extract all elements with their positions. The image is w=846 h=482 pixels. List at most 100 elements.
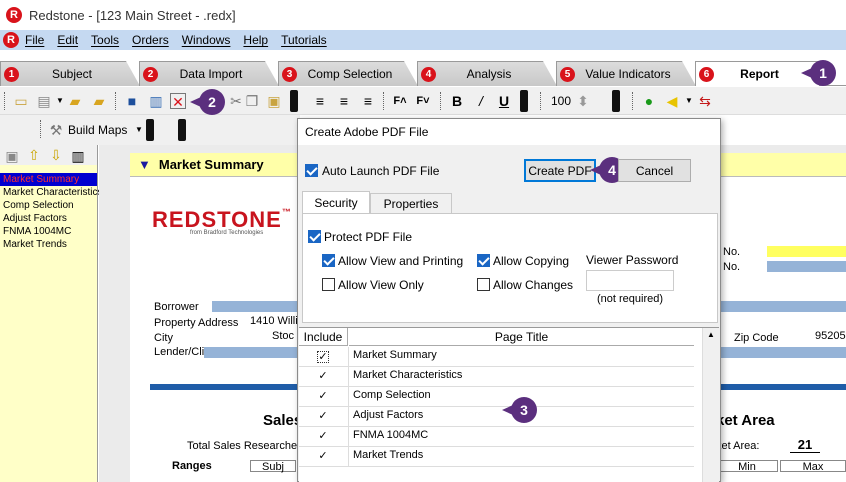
increase-font-icon[interactable]: F˄ [392, 93, 408, 109]
city-value[interactable]: Stoc [272, 330, 294, 342]
toolbar-grip[interactable] [540, 92, 543, 110]
table-row[interactable]: ✓ Comp Selection [299, 387, 694, 407]
left-item-market-characteristics[interactable]: Market Characteristics [0, 186, 102, 199]
allow-view-printing-label: Allow View and Printing [338, 254, 464, 268]
tab-comp-selection[interactable]: 3 Comp Selection [278, 61, 418, 86]
tab-value-indicators[interactable]: 5 Value Indicators [556, 61, 696, 86]
menu-orders[interactable]: Orders [132, 33, 169, 47]
app-logo-icon: R [6, 7, 22, 23]
table-row[interactable]: ✓ Market Summary [299, 347, 694, 367]
allow-changes-label: Allow Changes [493, 278, 574, 292]
left-item-market-summary[interactable]: Market Summary [0, 173, 97, 186]
include-check-icon[interactable]: ✓ [317, 391, 329, 403]
print-icon[interactable]: ▥ [148, 93, 164, 109]
zoom-spinner-icon[interactable]: ⬍ [575, 93, 591, 109]
viewer-password-input[interactable] [586, 270, 674, 291]
auto-launch-checkbox[interactable] [305, 164, 318, 177]
allow-view-printing-radio[interactable] [322, 254, 335, 267]
move-up-icon[interactable]: ⇧ [26, 147, 42, 163]
table-row[interactable]: ✓ Adjust Factors [299, 407, 694, 427]
open-icon[interactable]: ▰ [67, 93, 83, 109]
left-item-adjust-factors[interactable]: Adjust Factors [0, 212, 97, 225]
new-document-icon[interactable]: ▤ [36, 93, 52, 109]
allow-view-only-radio[interactable] [322, 278, 335, 291]
left-item-market-trends[interactable]: Market Trends [0, 238, 97, 251]
tab-security[interactable]: Security [302, 191, 370, 214]
move-down-icon[interactable]: ⇩ [48, 147, 64, 163]
page-title-column-header[interactable]: Page Title [349, 328, 694, 346]
dropdown-arrow-icon[interactable]: ▼ [52, 93, 68, 109]
toolbar-grip[interactable] [115, 92, 118, 110]
toolbar-separator [146, 119, 154, 141]
left-item-fnma-1004mc[interactable]: FNMA 1004MC [0, 225, 97, 238]
no-label-1: No. [723, 246, 741, 258]
align-right-icon[interactable]: ≡ [360, 93, 376, 109]
main-toolbar: ▭ ▤ ▼ ▰ ▰ ■ ▥ ✕ ✂ ❐ ▣ ≡ ≡ ≡ F˄ F˅ B / U … [0, 87, 846, 115]
allow-changes-checkbox[interactable] [477, 278, 490, 291]
cut-icon[interactable]: ✂ [228, 93, 244, 109]
toolbar-grip[interactable] [4, 92, 7, 110]
paste-icon[interactable]: ▣ [266, 93, 282, 109]
tab-label: Analysis [466, 67, 512, 81]
allow-copying-checkbox[interactable] [477, 254, 490, 267]
menu-tools[interactable]: Tools [91, 33, 119, 47]
grid-scrollbar[interactable]: ▲ [702, 328, 719, 482]
delete-icon[interactable]: ▥ [70, 148, 86, 164]
save-icon[interactable]: ■ [124, 93, 140, 109]
left-item-comp-selection[interactable]: Comp Selection [0, 199, 97, 212]
include-check-icon[interactable]: ✓ [317, 351, 329, 363]
dropdown-arrow-icon[interactable]: ▼ [681, 93, 697, 109]
create-pdf-icon[interactable]: ✕ [170, 93, 186, 110]
italic-icon[interactable]: / [473, 93, 489, 109]
pages-icon[interactable]: ▣ [4, 148, 20, 164]
no-field-1[interactable] [767, 246, 846, 257]
zoom-value[interactable]: 100 [551, 94, 571, 108]
toolbar-grip[interactable] [383, 92, 386, 110]
menu-windows[interactable]: Windows [182, 33, 231, 47]
include-check-icon[interactable]: ✓ [317, 451, 329, 463]
table-row[interactable]: ✓ Market Trends [299, 447, 694, 467]
menu-file[interactable]: File [25, 33, 44, 47]
zip-code-value[interactable]: 95205 [815, 330, 846, 342]
folder-icon[interactable]: ▰ [91, 93, 107, 109]
dialog-title: Create Adobe PDF File [298, 119, 720, 145]
tab-properties[interactable]: Properties [370, 193, 452, 214]
tab-analysis[interactable]: 4 Analysis [417, 61, 557, 86]
cancel-button[interactable]: Cancel [618, 159, 691, 182]
menu-help[interactable]: Help [243, 33, 268, 47]
no-field-2[interactable] [767, 261, 846, 272]
underline-icon[interactable]: U [496, 93, 512, 109]
hammer-icon[interactable]: ⚒ [48, 122, 64, 138]
menu-tutorials[interactable]: Tutorials [281, 33, 327, 47]
tab-data-import[interactable]: 2 Data Import [139, 61, 279, 86]
copy-icon[interactable]: ❐ [244, 93, 260, 109]
include-column-header[interactable]: Include [299, 328, 348, 346]
tab-subject[interactable]: 1 Subject [0, 61, 140, 86]
report-pages-panel: ▣ ⇧ ⇩ ▥ Market Summary Market Characteri… [0, 145, 102, 482]
open-folder-icon[interactable]: ▭ [13, 93, 29, 109]
app-menu-logo-icon[interactable]: R [3, 32, 19, 48]
property-address-value[interactable]: 1410 Willi [250, 315, 298, 327]
include-check-icon[interactable]: ✓ [317, 371, 329, 383]
decrease-font-icon[interactable]: F˅ [415, 93, 431, 109]
toolbar-grip[interactable] [40, 120, 43, 138]
include-check-icon[interactable]: ✓ [317, 431, 329, 443]
include-check-icon[interactable]: ✓ [317, 411, 329, 423]
green-dot-icon[interactable]: ● [641, 93, 657, 109]
create-pdf-button[interactable]: Create PDF [524, 159, 596, 182]
back-arrow-icon[interactable]: ◀ [664, 93, 680, 109]
build-maps-button[interactable]: Build Maps [68, 123, 127, 137]
toolbar-grip[interactable] [440, 92, 443, 110]
toolbar-grip[interactable] [632, 92, 635, 110]
bold-icon[interactable]: B [449, 93, 465, 109]
swap-arrows-icon[interactable]: ⇆ [697, 93, 713, 109]
scroll-up-icon[interactable]: ▲ [707, 330, 715, 339]
menu-edit[interactable]: Edit [57, 33, 78, 47]
align-center-icon[interactable]: ≡ [336, 93, 352, 109]
table-row[interactable]: ✓ Market Characteristics [299, 367, 694, 387]
page-title-cell: Market Trends [353, 449, 424, 461]
protect-pdf-checkbox[interactable] [308, 230, 321, 243]
dropdown-arrow-icon[interactable]: ▼ [131, 122, 147, 138]
table-row[interactable]: ✓ FNMA 1004MC [299, 427, 694, 447]
align-left-icon[interactable]: ≡ [312, 93, 328, 109]
